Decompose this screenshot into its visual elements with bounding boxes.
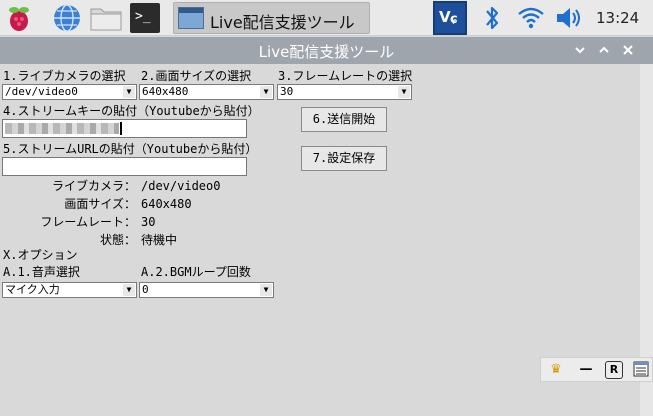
bgm-loop-value: 0 <box>142 283 149 296</box>
start-send-label: 6.送信開始 <box>312 112 376 126</box>
chevron-down-icon[interactable]: ▼ <box>123 284 135 296</box>
taskbar-window-label: Live配信支援ツール <box>210 13 355 32</box>
audio-select-label: A.1.音声選択 <box>3 265 80 279</box>
status-state-caption: 状態： <box>99 233 136 247</box>
start-send-button[interactable]: 6.送信開始 <box>301 107 387 132</box>
window-titlebar[interactable]: Live配信支援ツール <box>0 37 653 64</box>
chevron-down-icon[interactable]: ▼ <box>260 284 272 296</box>
text-cursor <box>120 122 122 135</box>
bgm-loop-select[interactable]: 0 ▼ <box>139 282 274 298</box>
size-select-label: 2.画面サイズの選択 <box>141 69 252 83</box>
chevron-down-icon[interactable]: ▼ <box>123 86 135 98</box>
save-settings-button[interactable]: 7.設定保存 <box>301 146 387 171</box>
window-title: Live配信支援ツール <box>258 43 395 61</box>
status-size-value: 640x480 <box>141 197 192 211</box>
bgm-loop-label: A.2.BGMループ回数 <box>141 265 251 279</box>
volume-icon[interactable] <box>553 3 583 33</box>
status-state-value: 待機中 <box>141 233 178 247</box>
audio-select-value: マイク入力 <box>5 283 60 296</box>
wifi-icon[interactable] <box>516 3 546 33</box>
stream-url-field[interactable] <box>2 157 247 176</box>
status-camera-value: /dev/video0 <box>141 179 221 193</box>
input-method-tray: ♛ — R <box>540 357 653 382</box>
options-section-label: X.オプション <box>3 248 78 262</box>
minimize-button[interactable] <box>570 40 590 60</box>
save-settings-label: 7.設定保存 <box>312 151 376 165</box>
chevron-down-icon[interactable]: ▼ <box>398 86 410 98</box>
menu-list-icon[interactable] <box>632 361 650 379</box>
globe-icon[interactable] <box>52 3 82 33</box>
chevron-up-icon <box>599 46 609 53</box>
clock[interactable]: 13:24 <box>596 9 639 27</box>
bluetooth-icon[interactable] <box>481 3 511 33</box>
minus-icon[interactable]: — <box>577 361 595 379</box>
chevron-down-icon[interactable]: ▼ <box>260 86 272 98</box>
r-mode-icon[interactable]: R <box>605 361 623 379</box>
crown-icon[interactable]: ♛ <box>547 361 565 379</box>
taskbar-window-button[interactable]: Live配信支援ツール <box>173 2 370 34</box>
minus-label: — <box>579 362 593 377</box>
close-button[interactable] <box>618 40 638 60</box>
camera-select[interactable]: /dev/video0 ▼ <box>2 84 137 100</box>
status-fps-caption: フレームレート： <box>40 215 136 229</box>
status-size-caption: 画面サイズ： <box>64 197 136 211</box>
terminal-glyph: >_ <box>135 9 151 24</box>
camera-select-label: 1.ライブカメラの選択 <box>3 69 126 83</box>
size-select-value: 640x480 <box>142 85 189 98</box>
camera-select-value: /dev/video0 <box>5 85 78 98</box>
fps-select[interactable]: 30 ▼ <box>277 84 412 100</box>
taskbar: >_ Live配信支援ツール V ɕ 13:24 <box>0 0 653 36</box>
folder-icon[interactable] <box>90 3 122 33</box>
window-thumbnail-icon <box>178 7 204 29</box>
stream-url-label: 5.ストリームURLの貼付（Youtubeから貼付） <box>3 142 258 156</box>
audio-select[interactable]: マイク入力 ▼ <box>2 282 137 298</box>
chevron-down-icon <box>575 47 585 54</box>
r-mode-label: R <box>609 363 619 376</box>
masked-stream-key <box>5 123 119 134</box>
fps-select-label: 3.フレームレートの選択 <box>278 69 413 83</box>
stream-key-field[interactable] <box>2 119 247 138</box>
vnc-icon[interactable]: V ɕ <box>433 1 467 35</box>
raspberry-icon[interactable] <box>4 3 34 33</box>
status-camera-caption: ライブカメラ： <box>51 179 136 193</box>
maximize-button[interactable] <box>594 40 614 60</box>
stream-key-label: 4.ストリームキーの貼付（Youtubeから貼付） <box>3 104 260 118</box>
size-select[interactable]: 640x480 ▼ <box>139 84 274 100</box>
terminal-icon[interactable]: >_ <box>130 3 160 33</box>
fps-select-value: 30 <box>280 85 294 98</box>
close-icon <box>623 45 633 55</box>
status-fps-value: 30 <box>141 215 156 229</box>
